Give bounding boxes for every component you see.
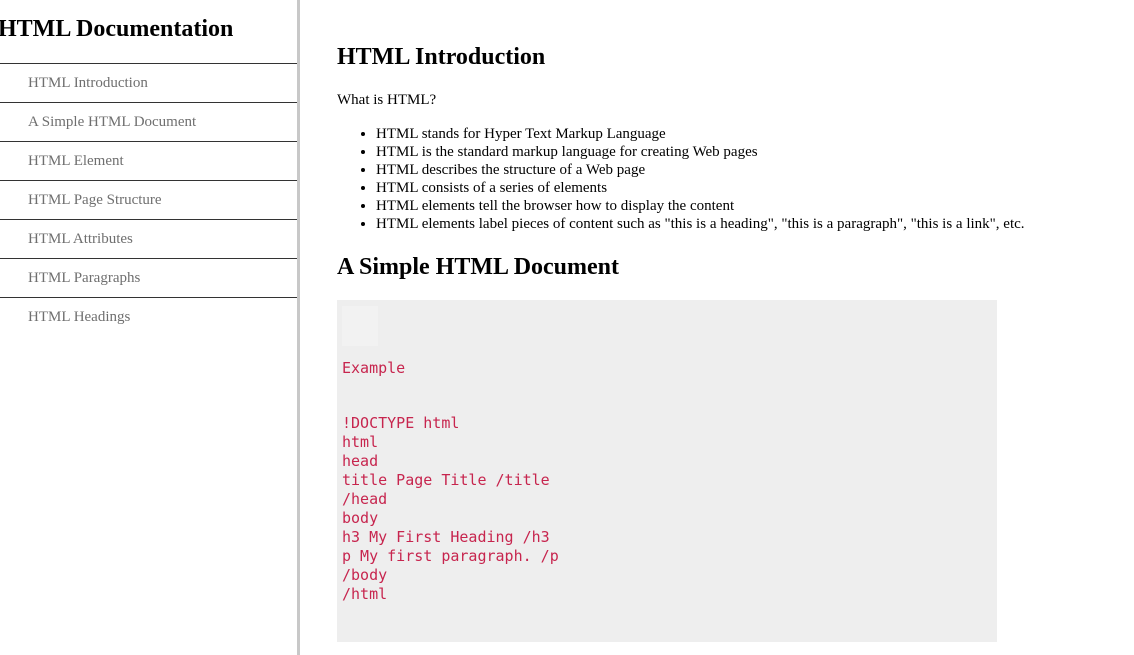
sidebar-nav-list: HTML Introduction A Simple HTML Document… — [0, 63, 297, 336]
list-item: HTML describes the structure of a Web pa… — [376, 161, 1025, 179]
nav-link-html-paragraphs[interactable]: HTML Paragraphs — [0, 258, 297, 297]
code-line: head — [342, 452, 379, 470]
list-item: HTML consists of a series of elements — [376, 179, 1025, 197]
section-title-a-simple-html-document: A Simple HTML Document — [337, 254, 620, 280]
code-example-label: Example — [342, 359, 406, 377]
nav-link-html-headings[interactable]: HTML Headings — [0, 297, 297, 336]
nav-link-a-simple-html-document[interactable]: A Simple HTML Document — [0, 102, 297, 141]
code-line: /head — [342, 490, 388, 508]
list-item: HTML is the standard markup language for… — [376, 143, 1025, 161]
intro-paragraph: What is HTML? — [337, 92, 437, 108]
list-item: HTML elements tell the browser how to di… — [376, 197, 1025, 215]
section-title-html-introduction: HTML Introduction — [337, 44, 546, 70]
code-example-block: Example !DOCTYPE html html head title Pa… — [337, 300, 997, 642]
code-lines: !DOCTYPE html html head title Page Title… — [342, 414, 559, 604]
code-line: h3 My First Heading /h3 — [342, 528, 550, 546]
nav-link-html-introduction[interactable]: HTML Introduction — [0, 63, 297, 102]
code-line: title Page Title /title — [342, 471, 550, 489]
code-line: !DOCTYPE html — [342, 414, 460, 432]
nav-link-html-page-structure[interactable]: HTML Page Structure — [0, 180, 297, 219]
list-item: HTML stands for Hyper Text Markup Langua… — [376, 125, 1025, 143]
nav-link-html-element[interactable]: HTML Element — [0, 141, 297, 180]
code-line: p My first paragraph. /p — [342, 547, 559, 565]
sidebar-header: HTML Documentation — [0, 16, 234, 42]
nav-link-html-attributes[interactable]: HTML Attributes — [0, 219, 297, 258]
code-line: /html — [342, 585, 388, 603]
code-line: body — [342, 509, 379, 527]
main-documentation: HTML Introduction What is HTML? HTML sta… — [337, 0, 1117, 655]
code-inner-box — [342, 306, 378, 346]
intro-bullet-list: HTML stands for Hyper Text Markup Langua… — [337, 125, 1025, 233]
list-item: HTML elements label pieces of content su… — [376, 215, 1025, 233]
code-line: html — [342, 433, 379, 451]
code-line: /body — [342, 566, 388, 584]
sidebar-navbar: HTML Documentation HTML Introduction A S… — [0, 0, 300, 655]
